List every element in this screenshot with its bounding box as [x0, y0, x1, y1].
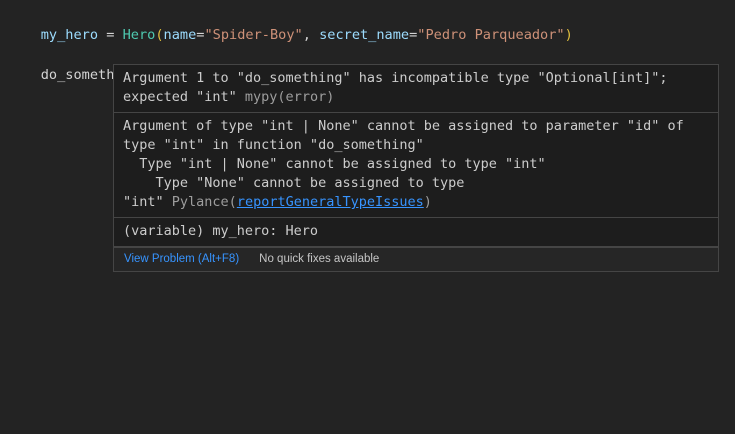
view-problem-link[interactable]: View Problem (Alt+F8)	[124, 252, 239, 266]
pylance-source-close: )	[424, 194, 432, 210]
token-close-paren: )	[565, 27, 573, 43]
token-string: "Spider-Boy"	[204, 27, 302, 43]
token-class-name: Hero	[123, 27, 156, 43]
pylance-rule-link[interactable]: reportGeneralTypeIssues	[237, 194, 424, 210]
mypy-message-text: expected "int"	[123, 89, 245, 105]
hover-tooltip: Argument 1 to "do_something" has incompa…	[113, 64, 719, 272]
token-param-name: name	[164, 27, 197, 43]
mypy-message-line-2: expected "int" mypy(error)	[123, 88, 709, 107]
mypy-message-line-1: Argument 1 to "do_something" has incompa…	[123, 69, 709, 88]
mypy-source-label: mypy(error)	[245, 89, 334, 105]
mypy-diagnostic-section: Argument 1 to "do_something" has incompa…	[114, 65, 718, 113]
token-open-paren: (	[155, 27, 163, 43]
no-quick-fixes-label: No quick fixes available	[259, 252, 379, 266]
pylance-diagnostic-section: Argument of type "int | None" cannot be …	[114, 113, 718, 218]
token-string: "Pedro Parqueador"	[417, 27, 564, 43]
variable-info-section: (variable) my_hero: Hero	[114, 218, 718, 247]
pylance-message-line-3: Type "int | None" cannot be assigned to …	[123, 155, 709, 174]
pylance-message-line-5: "int" Pylance(reportGeneralTypeIssues)	[123, 193, 709, 212]
token-variable: my_hero	[41, 27, 98, 43]
variable-info-text: (variable) my_hero: Hero	[123, 222, 709, 241]
token-operator: =	[98, 27, 123, 43]
hover-status-bar: View Problem (Alt+F8) No quick fixes ava…	[114, 247, 718, 271]
pylance-message-text: "int"	[123, 194, 172, 210]
pylance-source-label: Pylance(	[172, 194, 237, 210]
token-param-name: secret_name	[319, 27, 409, 43]
token-comma: ,	[303, 27, 319, 43]
pylance-message-line-2: type "int" in function "do_something"	[123, 136, 709, 155]
pylance-message-line-1: Argument of type "int | None" cannot be …	[123, 117, 709, 136]
editor-surface[interactable]: my_hero = Hero(name="Spider-Boy", secret…	[0, 0, 735, 434]
pylance-message-line-4: Type "None" cannot be assigned to type	[123, 174, 709, 193]
